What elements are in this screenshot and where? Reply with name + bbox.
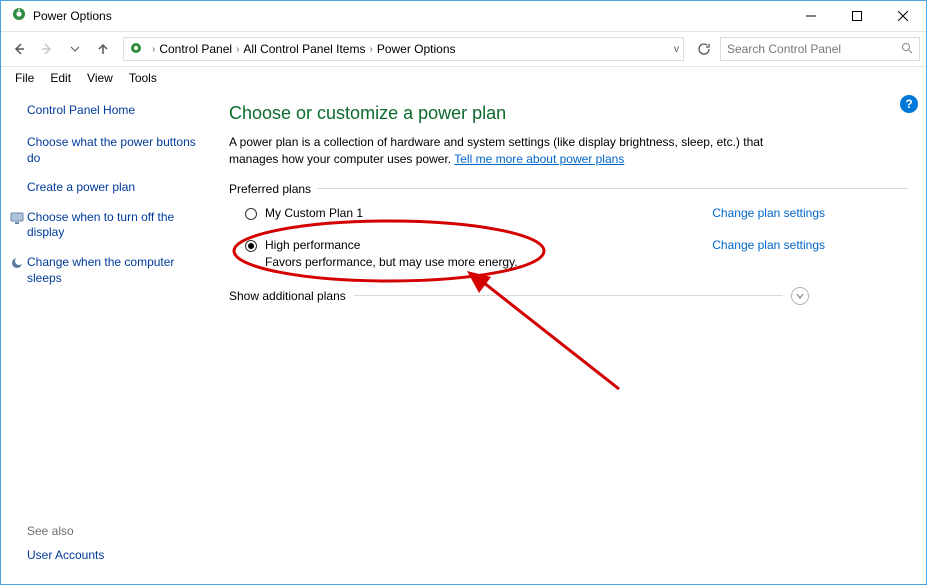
power-options-icon — [11, 6, 27, 27]
menu-view[interactable]: View — [79, 69, 121, 87]
menu-edit[interactable]: Edit — [42, 69, 79, 87]
chevron-right-icon: › — [236, 44, 239, 55]
window-title: Power Options — [33, 9, 788, 23]
sidebar-link-create-plan[interactable]: Create a power plan — [27, 180, 207, 196]
plan-description: Favors performance, but may use more ene… — [265, 255, 712, 269]
tell-me-more-link[interactable]: Tell me more about power plans — [454, 152, 624, 166]
divider — [317, 188, 908, 189]
show-additional-plans-label[interactable]: Show additional plans — [229, 289, 346, 303]
expand-additional-plans-button[interactable] — [791, 287, 809, 305]
chevron-right-icon: › — [369, 44, 372, 55]
back-button[interactable] — [7, 37, 31, 61]
moon-icon — [10, 256, 24, 275]
title-bar: Power Options — [1, 1, 926, 31]
page-description: A power plan is a collection of hardware… — [229, 134, 809, 168]
sidebar-link-turn-off-display[interactable]: Choose when to turn off the display — [27, 210, 207, 241]
plan-row-high-performance: High performance Favors performance, but… — [245, 238, 825, 269]
breadcrumb-icon — [128, 40, 144, 59]
search-input[interactable]: Search Control Panel — [720, 37, 920, 61]
main-content: ? Choose or customize a power plan A pow… — [219, 89, 926, 584]
maximize-button[interactable] — [834, 1, 880, 31]
sidebar-link-power-buttons[interactable]: Choose what the power buttons do — [27, 135, 207, 166]
minimize-button[interactable] — [788, 1, 834, 31]
change-plan-settings-link[interactable]: Change plan settings — [712, 206, 825, 220]
sidebar-link-label: Choose when to turn off the display — [27, 210, 174, 240]
divider — [354, 295, 783, 296]
page-heading: Choose or customize a power plan — [229, 103, 908, 124]
menu-bar: File Edit View Tools — [1, 67, 926, 89]
menu-file[interactable]: File — [7, 69, 42, 87]
see-also-label: See also — [27, 524, 104, 538]
forward-button[interactable] — [35, 37, 59, 61]
search-icon — [901, 42, 913, 57]
preferred-plans-label: Preferred plans — [229, 182, 311, 196]
plan-name: High performance — [265, 238, 712, 252]
breadcrumb-leaf[interactable]: Power Options — [377, 42, 456, 56]
up-button[interactable] — [91, 37, 115, 61]
chevron-down-icon[interactable]: v — [674, 44, 679, 55]
search-placeholder: Search Control Panel — [727, 42, 901, 56]
plan-radio-high-performance[interactable] — [245, 240, 257, 252]
help-button[interactable]: ? — [900, 95, 918, 113]
breadcrumb-root[interactable]: Control Panel — [159, 42, 232, 56]
address-breadcrumb[interactable]: › Control Panel › All Control Panel Item… — [123, 37, 684, 61]
menu-tools[interactable]: Tools — [121, 69, 165, 87]
sidebar: Control Panel Home Choose what the power… — [1, 89, 219, 584]
plan-row-custom: My Custom Plan 1 Change plan settings — [245, 206, 825, 220]
refresh-button[interactable] — [692, 37, 716, 61]
change-plan-settings-link[interactable]: Change plan settings — [712, 238, 825, 252]
sidebar-link-label: Change when the computer sleeps — [27, 255, 174, 285]
recent-locations-button[interactable] — [63, 37, 87, 61]
display-icon — [10, 211, 24, 230]
breadcrumb-mid[interactable]: All Control Panel Items — [243, 42, 365, 56]
control-panel-home-link[interactable]: Control Panel Home — [27, 103, 209, 117]
plan-name: My Custom Plan 1 — [265, 206, 712, 220]
see-also-user-accounts[interactable]: User Accounts — [27, 548, 104, 564]
sidebar-link-computer-sleeps[interactable]: Change when the computer sleeps — [27, 255, 207, 286]
navigation-bar: › Control Panel › All Control Panel Item… — [1, 31, 926, 67]
chevron-down-icon — [795, 291, 805, 301]
chevron-right-icon: › — [152, 44, 155, 55]
close-button[interactable] — [880, 1, 926, 31]
plan-radio-custom[interactable] — [245, 208, 257, 220]
